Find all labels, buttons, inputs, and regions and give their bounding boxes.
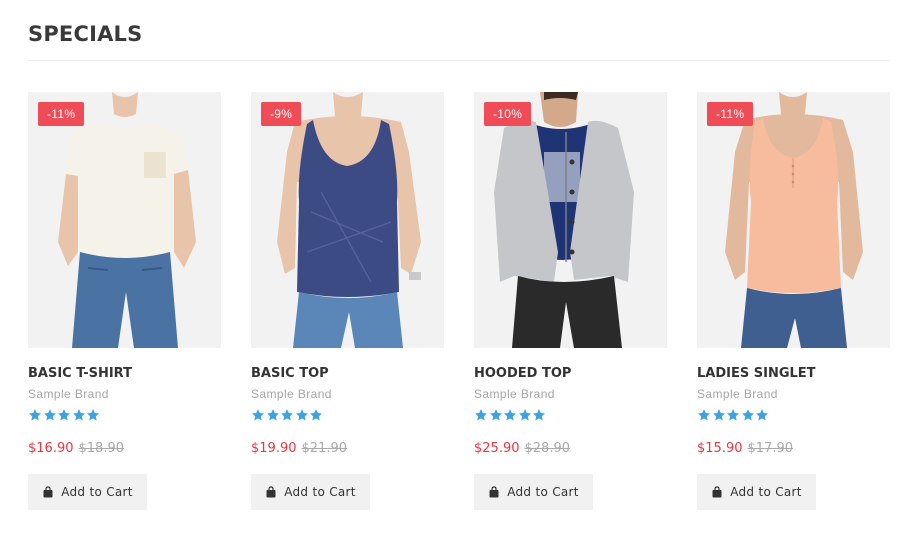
shopping-bag-icon [265,486,277,498]
product-card: -11% LADIES SINGLET Sample Brand $15.90 $… [697,92,890,512]
product-image-basic-top[interactable] [251,92,444,348]
title-divider [28,60,890,61]
star-icon [72,408,86,422]
product-name[interactable]: HOODED TOP [474,366,571,381]
product-image-ladies-singlet[interactable] [697,92,890,348]
product-image-hooded-top[interactable] [474,92,667,348]
sale-price: $19.90 [251,441,297,456]
star-icon [251,408,265,422]
add-to-cart-label: Add to Cart [730,485,802,499]
product-brand: Sample Brand [697,387,778,401]
product-card: -10% HOODED TOP Sample Brand $25.90 $28.9… [474,92,667,512]
original-price: $28.90 [524,441,571,456]
product-brand: Sample Brand [251,387,332,401]
man-hoodie-photo [474,92,667,348]
product-grid: -11% BASIC T-SHIRT Sample Brand $16.90 $1… [28,92,890,522]
star-icon [755,408,769,422]
price-block: $19.90 $21.90 [251,439,347,456]
discount-badge: -11% [707,102,754,126]
rating-stars [697,408,770,422]
price-block: $16.90 $18.90 [28,439,124,456]
product-image-basic-tshirt[interactable] [28,92,221,348]
product-name[interactable]: BASIC TOP [251,366,329,381]
product-brand: Sample Brand [28,387,109,401]
add-to-cart-label: Add to Cart [507,485,579,499]
price-block: $15.90 $17.90 [697,439,793,456]
product-name[interactable]: LADIES SINGLET [697,366,816,381]
rating-stars [28,408,101,422]
product-name[interactable]: BASIC T-SHIRT [28,366,132,381]
add-to-cart-button[interactable]: Add to Cart [28,474,147,510]
product-brand: Sample Brand [474,387,555,401]
star-icon [503,408,517,422]
star-icon [295,408,309,422]
shopping-bag-icon [711,486,723,498]
woman-singlet-photo [697,92,890,348]
sale-price: $16.90 [28,441,74,456]
star-icon [712,408,726,422]
discount-badge: -10% [484,102,532,126]
discount-badge: -11% [38,102,85,126]
shopping-bag-icon [42,486,54,498]
add-to-cart-button[interactable]: Add to Cart [697,474,816,510]
star-icon [474,408,488,422]
star-icon [28,408,42,422]
star-icon [86,408,100,422]
star-icon [57,408,71,422]
shopping-bag-icon [488,486,500,498]
add-to-cart-label: Add to Cart [61,485,133,499]
star-icon [741,408,755,422]
star-icon [518,408,532,422]
original-price: $17.90 [747,441,794,456]
star-icon [43,408,57,422]
star-icon [280,408,294,422]
star-icon [309,408,323,422]
star-icon [266,408,280,422]
add-to-cart-label: Add to Cart [284,485,356,499]
star-icon [532,408,546,422]
sale-price: $25.90 [474,441,520,456]
rating-stars [251,408,324,422]
original-price: $18.90 [78,441,125,456]
star-icon [726,408,740,422]
price-block: $25.90 $28.90 [474,439,570,456]
product-card: -9% BASIC TOP Sample Brand $19.90 $21.90 … [251,92,444,512]
woman-tshirt-photo [28,92,221,348]
sale-price: $15.90 [697,441,743,456]
add-to-cart-button[interactable]: Add to Cart [251,474,370,510]
add-to-cart-button[interactable]: Add to Cart [474,474,593,510]
woman-tank-photo [251,92,444,348]
section-title: SPECIALS [28,22,143,46]
original-price: $21.90 [301,441,348,456]
star-icon [697,408,711,422]
rating-stars [474,408,547,422]
product-card: -11% BASIC T-SHIRT Sample Brand $16.90 $1… [28,92,221,512]
star-icon [489,408,503,422]
discount-badge: -9% [261,102,302,126]
